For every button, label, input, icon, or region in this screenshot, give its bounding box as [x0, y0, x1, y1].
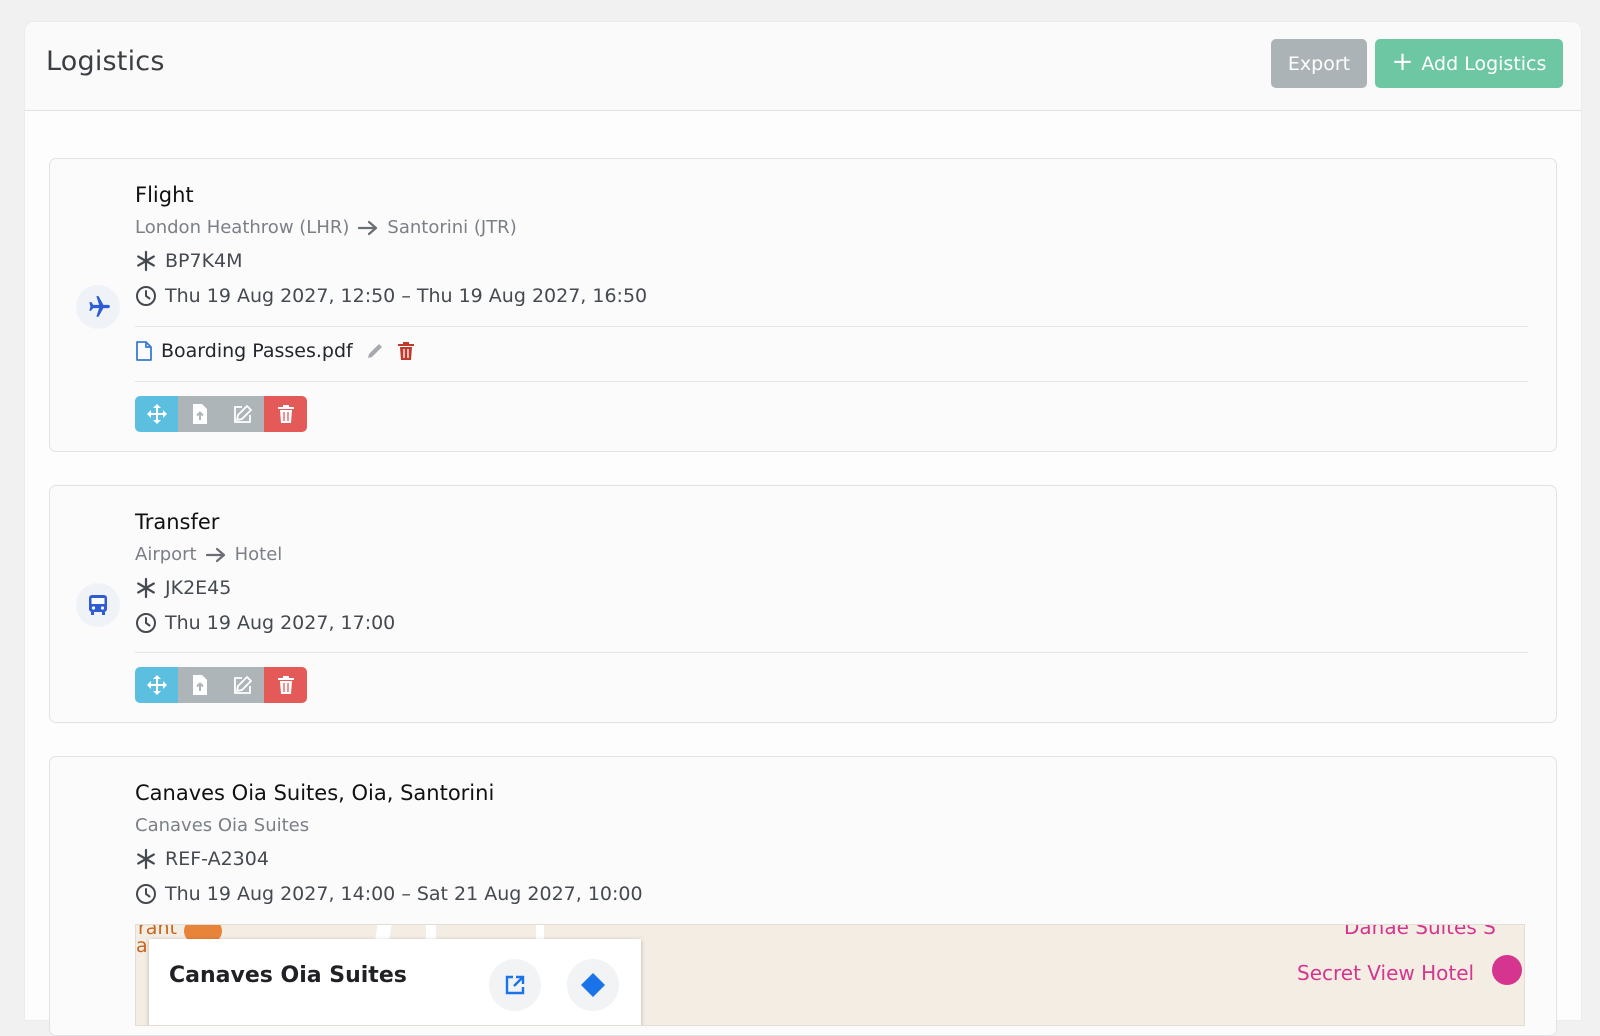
arrow-right-icon	[357, 220, 379, 236]
add-logistics-label: Add Logistics	[1421, 52, 1547, 75]
map-place-name: Canaves Oia Suites	[169, 963, 407, 988]
move-button[interactable]	[135, 667, 178, 703]
file-icon	[135, 340, 153, 362]
page-title: Logistics	[46, 46, 165, 77]
route-to: Santorini (JTR)	[387, 217, 517, 238]
hotel-marker-icon[interactable]	[1492, 955, 1522, 985]
card-actions	[135, 396, 307, 432]
logistics-card-transfer: Transfer Airport Hotel JK2E45 Thu 19 Aug…	[49, 485, 1557, 723]
export-button[interactable]: Export	[1271, 39, 1367, 88]
datetime-row: Thu 19 Aug 2027, 17:00	[135, 612, 395, 634]
reference-code: REF-A2304	[165, 848, 269, 870]
reference-code: BP7K4M	[165, 250, 243, 272]
bus-icon	[76, 583, 120, 627]
reference-row: JK2E45	[135, 577, 231, 599]
route-from: Airport	[135, 544, 197, 565]
reference-row: REF-A2304	[135, 848, 269, 870]
edit-icon	[233, 676, 252, 694]
divider	[135, 652, 1528, 653]
upload-file-button[interactable]	[178, 667, 221, 703]
plane-icon	[76, 285, 120, 329]
card-actions	[135, 667, 307, 703]
map-place-card: Canaves Oia Suites	[149, 939, 641, 1025]
datetime-text: Thu 19 Aug 2027, 14:00 – Sat 21 Aug 2027…	[165, 883, 643, 905]
clock-icon	[135, 883, 157, 905]
clock-icon	[135, 285, 157, 307]
pencil-icon[interactable]	[365, 341, 385, 361]
logistics-card-hotel: Canaves Oia Suites, Oia, Santorini Canav…	[49, 756, 1557, 1036]
route: Airport Hotel	[135, 544, 282, 565]
route: London Heathrow (LHR) Santorini (JTR)	[135, 217, 517, 238]
asterisk-icon	[135, 848, 157, 870]
panel-header: Logistics Export + Add Logistics	[25, 22, 1581, 111]
directions-icon	[581, 973, 605, 997]
asterisk-icon	[135, 577, 157, 599]
logistics-panel: Logistics Export + Add Logistics Flight …	[24, 21, 1582, 1036]
trash-icon	[277, 676, 294, 694]
file-upload-icon	[192, 675, 207, 695]
route-from: London Heathrow (LHR)	[135, 217, 350, 238]
map-poi-label[interactable]: Secret View Hotel	[1297, 961, 1474, 985]
external-link-icon	[505, 975, 525, 995]
edit-icon	[233, 405, 252, 423]
file-upload-icon	[192, 404, 207, 424]
arrow-right-icon	[205, 547, 227, 563]
divider	[135, 381, 1528, 382]
trash-icon[interactable]	[397, 341, 415, 361]
upload-file-button[interactable]	[178, 396, 221, 432]
delete-button[interactable]	[264, 396, 307, 432]
move-button[interactable]	[135, 396, 178, 432]
datetime-row: Thu 19 Aug 2027, 14:00 – Sat 21 Aug 2027…	[135, 883, 643, 905]
delete-button[interactable]	[264, 667, 307, 703]
reference-code: JK2E45	[165, 577, 232, 599]
edit-button[interactable]	[221, 667, 264, 703]
datetime-text: Thu 19 Aug 2027, 12:50 – Thu 19 Aug 2027…	[165, 285, 648, 307]
edit-button[interactable]	[221, 396, 264, 432]
plus-icon: +	[1391, 47, 1414, 77]
subtitle-text: Canaves Oia Suites	[135, 815, 310, 836]
file-name-link[interactable]: Boarding Passes.pdf	[161, 340, 353, 362]
route-to: Hotel	[234, 544, 283, 565]
datetime-row: Thu 19 Aug 2027, 12:50 – Thu 19 Aug 2027…	[135, 285, 647, 307]
add-logistics-button[interactable]: + Add Logistics	[1375, 39, 1563, 88]
trash-icon	[277, 405, 294, 423]
map-restaurant-label: a	[136, 935, 148, 957]
logistics-card-flight: Flight London Heathrow (LHR) Santorini (…	[49, 158, 1557, 452]
asterisk-icon	[135, 250, 157, 272]
location-map[interactable]: rant a Danae Suites S Secret View Hotel …	[135, 924, 1525, 1026]
card-subtitle: Canaves Oia Suites	[135, 815, 309, 836]
directions-button[interactable]	[567, 959, 619, 1011]
move-icon	[146, 675, 167, 695]
open-in-maps-button[interactable]	[489, 959, 541, 1011]
card-title: Flight	[135, 183, 194, 207]
map-poi-label[interactable]: Danae Suites S	[1344, 925, 1496, 939]
card-title: Canaves Oia Suites, Oia, Santorini	[135, 781, 495, 805]
file-item: Boarding Passes.pdf	[135, 340, 415, 362]
datetime-text: Thu 19 Aug 2027, 17:00	[165, 612, 396, 634]
divider	[135, 326, 1528, 327]
reference-row: BP7K4M	[135, 250, 243, 272]
move-icon	[146, 404, 167, 424]
card-title: Transfer	[135, 510, 220, 534]
clock-icon	[135, 612, 157, 634]
